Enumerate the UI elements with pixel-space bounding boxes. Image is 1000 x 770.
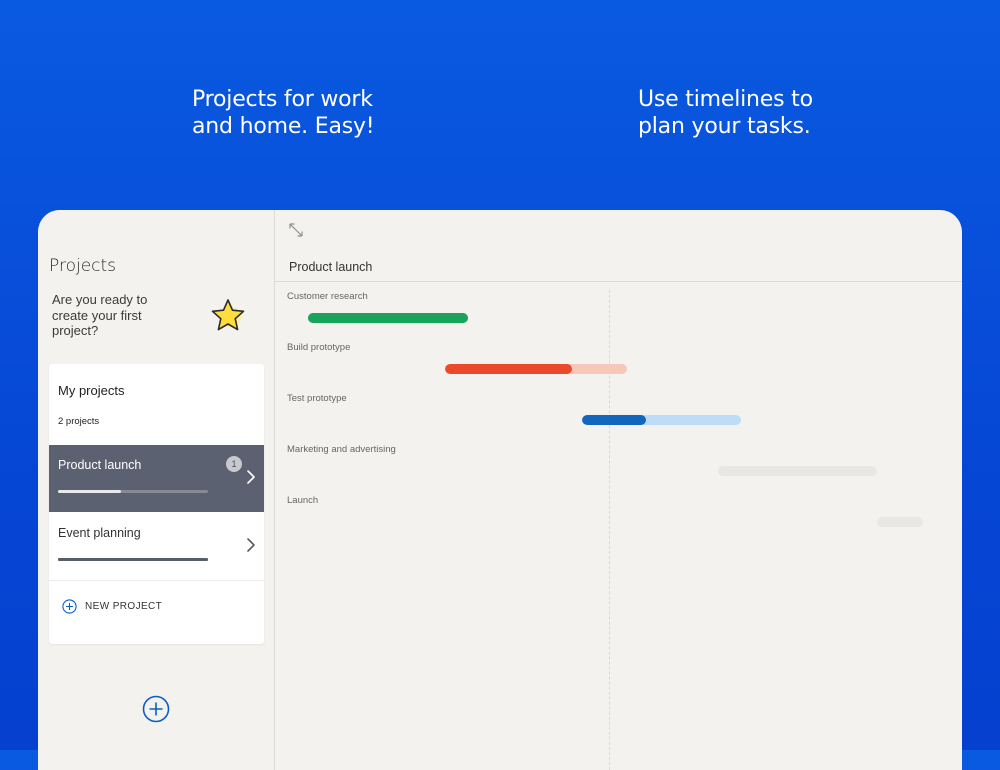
task-bar-marketing-and-advertising[interactable] [718,466,877,476]
task-bar-customer-research[interactable] [308,313,468,323]
my-projects-card: My projects 2 projects Product launch 1 … [49,364,264,644]
project-count: 2 projects [58,416,100,427]
new-project-label: NEW PROJECT [85,601,163,612]
divider [275,281,962,282]
project-progress-bar [58,558,208,561]
sidebar-title: Projects [49,256,117,276]
task-label: Launch [287,495,319,506]
chevron-right-icon [247,470,255,484]
plus-circle-icon [62,599,77,614]
task-label: Marketing and advertising [287,444,396,455]
timeline-panel: Product launch Customer research Build p… [275,210,962,770]
timeline-title: Product launch [289,260,373,274]
task-progress [582,415,646,425]
project-name: Event planning [58,526,141,540]
my-projects-title: My projects [58,383,125,398]
project-item-event-planning[interactable]: Event planning [49,513,264,581]
project-item-product-launch[interactable]: Product launch 1 [49,445,264,512]
star-icon [211,299,245,331]
task-bar-build-prototype[interactable] [445,364,627,374]
chevron-right-icon [247,538,255,552]
task-label: Customer research [287,291,368,302]
notification-badge: 1 [226,456,242,472]
add-project-button[interactable] [142,695,170,723]
headline-left: Projects for work and home. Easy! [192,87,375,139]
app-window: Projects Are you ready to create your fi… [38,210,962,770]
project-progress-bar [58,490,208,493]
headline-right: Use timelines to plan your tasks. [638,87,813,139]
project-name: Product launch [58,458,142,472]
task-label: Build prototype [287,342,351,353]
project-progress-fill [58,558,208,561]
expand-icon[interactable] [288,222,304,238]
project-progress-fill [58,490,121,493]
onboarding-prompt: Are you ready to create your first proje… [52,292,148,338]
task-label: Test prototype [287,393,347,404]
task-progress [445,364,573,374]
task-progress [308,313,468,323]
task-bar-test-prototype[interactable] [582,415,741,425]
sidebar: Projects Are you ready to create your fi… [38,210,275,770]
task-bar-launch[interactable] [877,517,923,527]
today-marker [609,290,610,770]
